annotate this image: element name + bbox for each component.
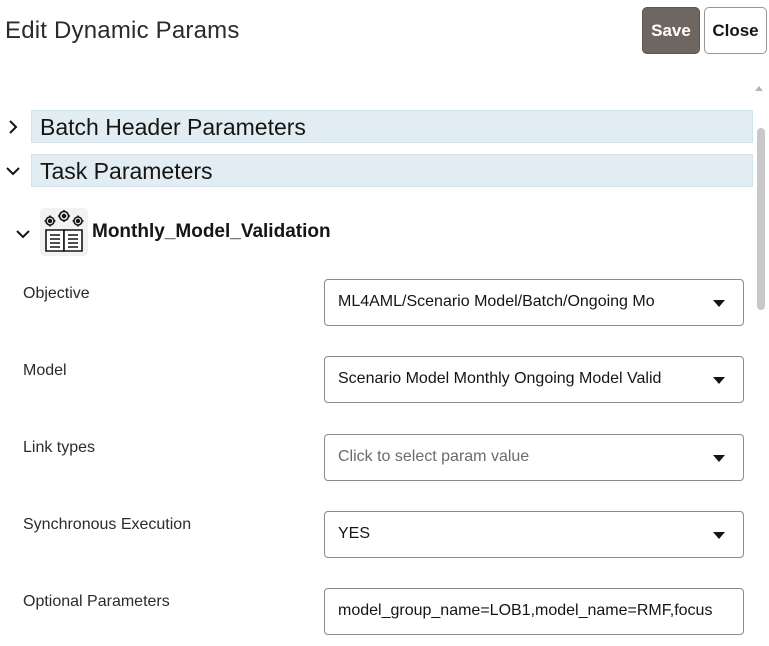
chevron-down-icon [6, 167, 20, 176]
section-title: Task Parameters [40, 158, 213, 184]
link-types-placeholder: Click to select param value [338, 448, 530, 465]
task-parameters-section[interactable]: Task Parameters [0, 154, 753, 188]
dropdown-caret-icon [713, 532, 725, 539]
section-title: Batch Header Parameters [40, 114, 306, 140]
task-name: Monthly_Model_Validation [92, 221, 331, 242]
optional-parameters-label: Optional Parameters [23, 593, 170, 610]
batch-header-parameters-section[interactable]: Batch Header Parameters [0, 110, 753, 144]
link-types-label: Link types [23, 439, 96, 456]
model-value: Scenario Model Monthly Ongoing Model Val… [338, 370, 662, 387]
gears-book-icon [40, 208, 88, 256]
objective-value: ML4AML/Scenario Model/Batch/Ongoing Mo [338, 293, 655, 310]
synchronous-execution-label: Synchronous Execution [23, 516, 192, 533]
section-header-bar: Task Parameters [31, 154, 753, 187]
close-button[interactable]: Close [704, 7, 767, 54]
section-header-bar: Batch Header Parameters [31, 110, 753, 143]
task-monthly-model-validation-header[interactable]: Monthly_Model_Validation [12, 208, 372, 258]
objective-label: Objective [23, 285, 90, 302]
link-types-select[interactable]: Click to select param value [324, 434, 744, 481]
optional-parameters-input[interactable]: model_group_name=LOB1,model_name=RMF,foc… [324, 588, 744, 635]
dropdown-caret-icon [713, 455, 725, 462]
chevron-right-icon [9, 120, 18, 134]
save-button[interactable]: Save [642, 7, 700, 54]
page-title: Edit Dynamic Params [5, 17, 240, 44]
objective-select[interactable]: ML4AML/Scenario Model/Batch/Ongoing Mo [324, 279, 744, 326]
chevron-down-icon [16, 230, 30, 239]
synchronous-execution-value: YES [338, 525, 371, 542]
model-label: Model [23, 362, 67, 379]
dropdown-caret-icon [713, 377, 725, 384]
synchronous-execution-select[interactable]: YES [324, 511, 744, 558]
optional-parameters-value: model_group_name=LOB1,model_name=RMF,foc… [338, 602, 713, 619]
scrollbar-thumb[interactable] [757, 128, 765, 310]
dropdown-caret-icon [713, 300, 725, 307]
model-select[interactable]: Scenario Model Monthly Ongoing Model Val… [324, 356, 744, 403]
scroll-up-arrow-icon[interactable] [755, 86, 763, 91]
